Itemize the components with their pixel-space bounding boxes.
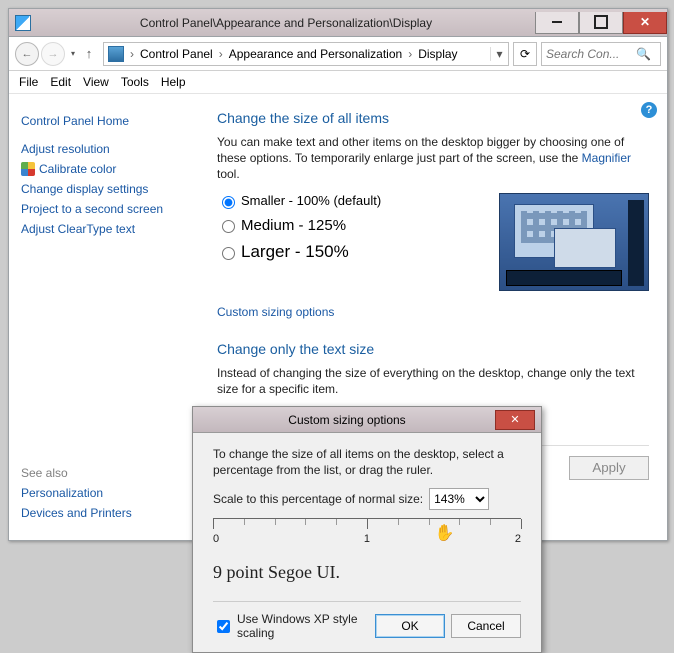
menu-tools[interactable]: Tools <box>121 75 149 89</box>
breadcrumb-root-sep <box>128 47 136 61</box>
breadcrumb-seg-1[interactable]: Control Panel <box>136 47 217 61</box>
maximize-button[interactable] <box>579 12 623 34</box>
menu-help[interactable]: Help <box>161 75 186 89</box>
radio-medium-row[interactable]: Medium - 125% <box>217 217 489 234</box>
address-bar[interactable]: Control Panel Appearance and Personaliza… <box>103 42 509 66</box>
display-icon <box>108 46 124 62</box>
custom-sizing-link[interactable]: Custom sizing options <box>217 305 334 319</box>
ok-button[interactable]: OK <box>375 614 445 638</box>
display-preview <box>499 193 649 291</box>
titlebar[interactable]: Control Panel\Appearance and Personaliza… <box>9 9 667 37</box>
search-input[interactable] <box>542 46 632 62</box>
menu-view[interactable]: View <box>83 75 109 89</box>
control-panel-home-link[interactable]: Control Panel Home <box>21 114 187 128</box>
dialog-title: Custom sizing options <box>199 413 495 427</box>
up-button[interactable]: ↑ <box>79 46 99 61</box>
see-also-heading: See also <box>21 466 187 480</box>
radio-smaller-row[interactable]: Smaller - 100% (default) <box>217 193 489 209</box>
radio-smaller-label: Smaller - 100% (default) <box>241 193 381 208</box>
dialog-footer: Use Windows XP style scaling OK Cancel <box>213 601 521 640</box>
font-sample: 9 point Segoe UI. <box>213 562 521 583</box>
radio-smaller[interactable] <box>222 196 235 209</box>
back-button[interactable]: ← <box>15 42 39 66</box>
ruler-label-1: 1 <box>364 533 370 545</box>
help-icon[interactable]: ? <box>641 102 657 118</box>
window-title: Control Panel\Appearance and Personaliza… <box>37 16 535 30</box>
history-dropdown[interactable]: ▾ <box>67 49 79 58</box>
see-also-personalization[interactable]: Personalization <box>21 486 187 500</box>
breadcrumb-seg-3[interactable]: Display <box>414 47 461 61</box>
radio-larger-label: Larger - 150% <box>241 242 349 262</box>
radio-medium[interactable] <box>222 220 235 233</box>
section-heading-textsize: Change only the text size <box>217 341 649 357</box>
navigation-row: ← → ▾ ↑ Control Panel Appearance and Per… <box>9 37 667 71</box>
textsize-description: Instead of changing the size of everythi… <box>217 365 649 397</box>
ruler-label-0: 0 <box>213 533 219 545</box>
magnifier-link[interactable]: Magnifier <box>582 151 631 165</box>
dialog-body: To change the size of all items on the d… <box>193 433 541 652</box>
radio-larger-row[interactable]: Larger - 150% <box>217 242 489 262</box>
close-button[interactable] <box>623 12 667 34</box>
menu-edit[interactable]: Edit <box>50 75 71 89</box>
sidebar-item-display-settings[interactable]: Change display settings <box>21 182 187 196</box>
shield-icon <box>21 162 35 176</box>
scale-row: Scale to this percentage of normal size:… <box>213 488 521 510</box>
sidebar: Control Panel Home Adjust resolution Cal… <box>9 94 199 540</box>
cancel-button[interactable]: Cancel <box>451 614 521 638</box>
breadcrumb-sep <box>406 47 414 61</box>
sidebar-item-calibrate[interactable]: Calibrate color <box>21 162 187 176</box>
hand-cursor-icon: ✋ <box>435 523 455 543</box>
xp-scaling-label[interactable]: Use Windows XP style scaling <box>213 612 369 640</box>
see-also-devices[interactable]: Devices and Printers <box>21 506 187 520</box>
sidebar-item-project[interactable]: Project to a second screen <box>21 202 187 216</box>
section-heading-size: Change the size of all items <box>217 110 649 126</box>
menu-bar: File Edit View Tools Help <box>9 71 667 94</box>
dialog-close-button[interactable]: ✕ <box>495 410 535 430</box>
apply-button[interactable]: Apply <box>569 456 649 480</box>
sidebar-item-cleartype[interactable]: Adjust ClearType text <box>21 222 187 236</box>
breadcrumb-seg-2[interactable]: Appearance and Personalization <box>225 47 406 61</box>
scale-select[interactable]: 143% <box>429 488 489 510</box>
scale-label: Scale to this percentage of normal size: <box>213 492 423 506</box>
ruler-label-2: 2 <box>515 533 521 545</box>
minimize-button[interactable] <box>535 12 579 34</box>
size-description: You can make text and other items on the… <box>217 134 649 183</box>
custom-sizing-dialog: Custom sizing options ✕ To change the si… <box>192 406 542 653</box>
scale-ruler[interactable]: ✋ 0 1 2 <box>213 518 521 552</box>
menu-file[interactable]: File <box>19 75 38 89</box>
radio-larger[interactable] <box>222 247 235 260</box>
address-dropdown[interactable]: ▾ <box>490 47 508 61</box>
search-icon: 🔍 <box>632 47 655 61</box>
dialog-titlebar[interactable]: Custom sizing options ✕ <box>193 407 541 433</box>
breadcrumb-sep <box>217 47 225 61</box>
refresh-button[interactable]: ⟳ <box>513 42 537 66</box>
system-icon <box>15 15 31 31</box>
sidebar-item-resolution[interactable]: Adjust resolution <box>21 142 187 156</box>
forward-button[interactable]: → <box>41 42 65 66</box>
radio-medium-label: Medium - 125% <box>241 217 346 234</box>
xp-scaling-checkbox[interactable] <box>217 620 230 633</box>
dialog-desc: To change the size of all items on the d… <box>213 447 521 478</box>
search-box[interactable]: 🔍 <box>541 42 661 66</box>
